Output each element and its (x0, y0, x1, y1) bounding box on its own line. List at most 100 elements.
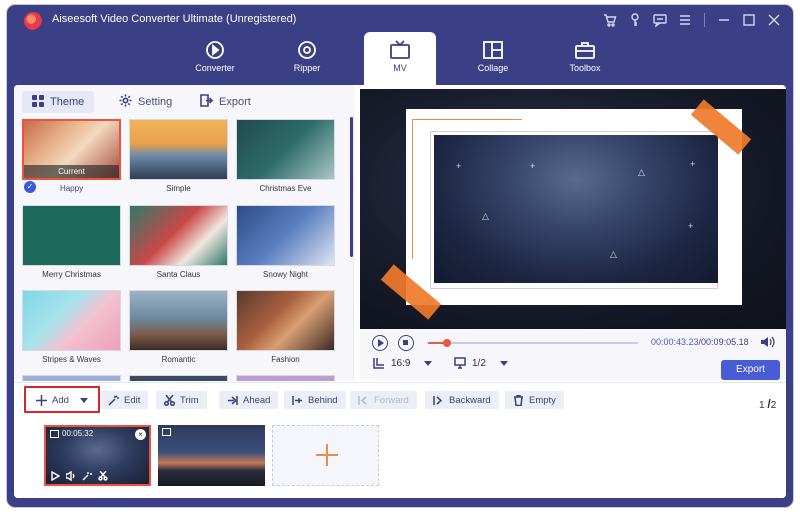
export-button[interactable]: Export (721, 360, 780, 380)
theme-thumb (129, 119, 228, 180)
close-icon[interactable] (765, 11, 783, 29)
menu-icon[interactable] (676, 11, 694, 29)
title-bar: Aiseesoft Video Converter Ultimate (Unre… (7, 5, 793, 35)
theme-fashion[interactable]: Fashion (236, 290, 335, 364)
split-select[interactable]: 1/2 (454, 357, 508, 369)
nav-collage[interactable]: Collage (457, 32, 529, 85)
plus-icon (36, 394, 47, 406)
theme-label: Santa Claus (156, 270, 201, 279)
sparkle-icon: + (530, 161, 536, 171)
theme-romantic[interactable]: Romantic (129, 290, 228, 364)
play-button[interactable] (372, 335, 388, 351)
edit-button[interactable]: Edit (100, 391, 149, 409)
backward-button[interactable]: Backward (425, 391, 499, 409)
clip-timeline: 00:05:32 × (14, 415, 786, 498)
minimize-icon[interactable] (715, 11, 733, 29)
maximize-icon[interactable] (740, 11, 758, 29)
volume-icon[interactable] (761, 335, 775, 348)
nav-converter[interactable]: Converter (179, 32, 251, 85)
progress-bar[interactable] (428, 339, 638, 347)
backward-icon (433, 395, 443, 405)
edit-toolbar: Add Edit Trim Ahead Behind Forward Backw… (14, 382, 786, 415)
theme-partial[interactable] (236, 375, 335, 381)
forward-icon (358, 395, 367, 405)
theme-label: Happy (59, 184, 84, 193)
empty-label: Empty (529, 394, 556, 406)
theme-scrollbar[interactable] (350, 117, 353, 257)
clip-item[interactable] (158, 425, 265, 486)
theme-happy[interactable]: Current ✓ Happy (22, 119, 121, 193)
forward-label: Forward (374, 394, 409, 406)
video-preview: + + + + △ △ △ (360, 89, 786, 329)
add-clip-slot[interactable] (272, 425, 379, 486)
clip-tools (50, 471, 108, 481)
tab-theme[interactable]: Theme (22, 91, 95, 113)
play-icon[interactable] (50, 471, 60, 481)
mv-icon (389, 39, 411, 61)
title-divider (704, 13, 705, 27)
theme-panel: Theme Setting Export Current ✓ Happy Sim… (14, 85, 354, 381)
key-icon[interactable] (626, 11, 644, 29)
split-value: 1/2 (472, 357, 486, 369)
current-label: Current (24, 165, 119, 178)
theme-snowy-night[interactable]: Snowy Night (236, 205, 335, 279)
tab-setting[interactable]: Setting (109, 91, 182, 113)
volume-icon[interactable] (66, 471, 76, 481)
clip-item[interactable]: 00:05:32 × (44, 425, 151, 486)
tab-export[interactable]: Export (190, 91, 261, 113)
tab-export-label: Export (219, 96, 251, 108)
trim-button[interactable]: Trim (156, 391, 207, 409)
clip-remove-button[interactable]: × (135, 429, 146, 440)
theme-partial[interactable] (129, 375, 228, 381)
tab-setting-label: Setting (138, 96, 173, 108)
theme-thumb (236, 290, 335, 351)
cart-icon[interactable] (601, 11, 619, 29)
add-button[interactable]: Add (28, 391, 96, 409)
app-logo-icon (24, 12, 42, 30)
scissors-icon[interactable] (98, 471, 108, 481)
theme-simple[interactable]: Simple (129, 119, 228, 193)
theme-grid: Current ✓ Happy Simple Christmas Eve Mer… (22, 119, 344, 381)
theme-merry-christmas[interactable]: Merry Christmas (22, 205, 121, 279)
magic-wand-icon (108, 394, 119, 406)
stop-button[interactable] (398, 335, 414, 351)
app-window: Aiseesoft Video Converter Ultimate (Unre… (7, 5, 793, 507)
tab-theme-label: Theme (50, 96, 85, 108)
ahead-button[interactable]: Ahead (219, 391, 279, 409)
check-icon: ✓ (24, 181, 36, 193)
chat-icon[interactable] (651, 11, 669, 29)
nav-mv[interactable]: MV (364, 32, 436, 85)
nav-ripper[interactable]: Ripper (271, 32, 343, 85)
magic-wand-icon[interactable] (82, 471, 92, 481)
nav-converter-label: Converter (195, 63, 235, 73)
sparkle-icon: + (456, 161, 462, 171)
theme-thumb (236, 375, 335, 381)
app-title: Aiseesoft Video Converter Ultimate (Unre… (52, 13, 297, 25)
theme-santa-claus[interactable]: Santa Claus (129, 205, 228, 279)
add-label: Add (52, 394, 69, 406)
behind-button[interactable]: Behind (284, 391, 346, 409)
main-nav: Converter Ripper MV Collage Toolbox (7, 32, 793, 85)
aspect-ratio-select[interactable]: 16:9 (373, 357, 433, 369)
theme-thumb (129, 205, 228, 266)
theme-stripes-waves[interactable]: Stripes & Waves (22, 290, 121, 364)
sparkle-icon: △ (482, 211, 489, 221)
progress-knob[interactable] (442, 339, 451, 347)
aspect-ratio-icon (373, 358, 384, 369)
current-time: 00:00:43.23 (651, 337, 699, 347)
behind-label: Behind (308, 394, 338, 406)
theme-christmas-eve[interactable]: Christmas Eve (236, 119, 335, 193)
theme-thumb (129, 290, 228, 351)
empty-button[interactable]: Empty (505, 391, 564, 409)
theme-label: Simple (166, 184, 191, 193)
trim-label: Trim (180, 394, 199, 406)
plus-icon (316, 444, 338, 466)
ripper-icon (296, 39, 318, 61)
toolbox-icon (574, 39, 596, 61)
forward-button[interactable]: Forward (350, 391, 417, 409)
scissors-icon (164, 394, 175, 406)
ahead-label: Ahead (243, 394, 271, 406)
theme-partial[interactable] (22, 375, 121, 381)
nav-ripper-label: Ripper (293, 63, 321, 73)
nav-toolbox[interactable]: Toolbox (549, 32, 621, 85)
